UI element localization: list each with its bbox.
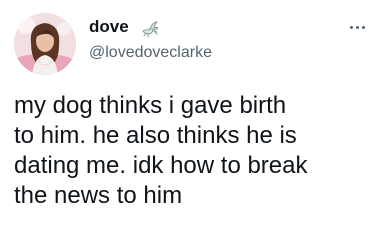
more-horizontal-icon (355, 25, 359, 29)
tweet-card: dove @lovedoveclarke my dog thinks i gav… (0, 0, 380, 251)
author-handle[interactable]: @lovedoveclarke (89, 43, 212, 63)
tweet-text-line: dating me. idk how to break (14, 152, 308, 179)
more-horizontal-icon (349, 25, 353, 29)
more-options-button[interactable] (344, 20, 370, 34)
avatar[interactable] (14, 13, 76, 75)
tweet-text-line: my dog thinks i gave birth (14, 92, 287, 119)
author-display-name[interactable]: dove (89, 17, 129, 37)
more-horizontal-icon (361, 25, 365, 29)
tweet-text-line: the news to him (14, 182, 183, 209)
tweet-text-line: to him. he also thinks he is (14, 122, 297, 149)
dove-icon (142, 21, 159, 38)
tweet-text: my dog thinks i gave birth to him. he al… (14, 91, 374, 211)
avatar-photo (14, 13, 76, 75)
